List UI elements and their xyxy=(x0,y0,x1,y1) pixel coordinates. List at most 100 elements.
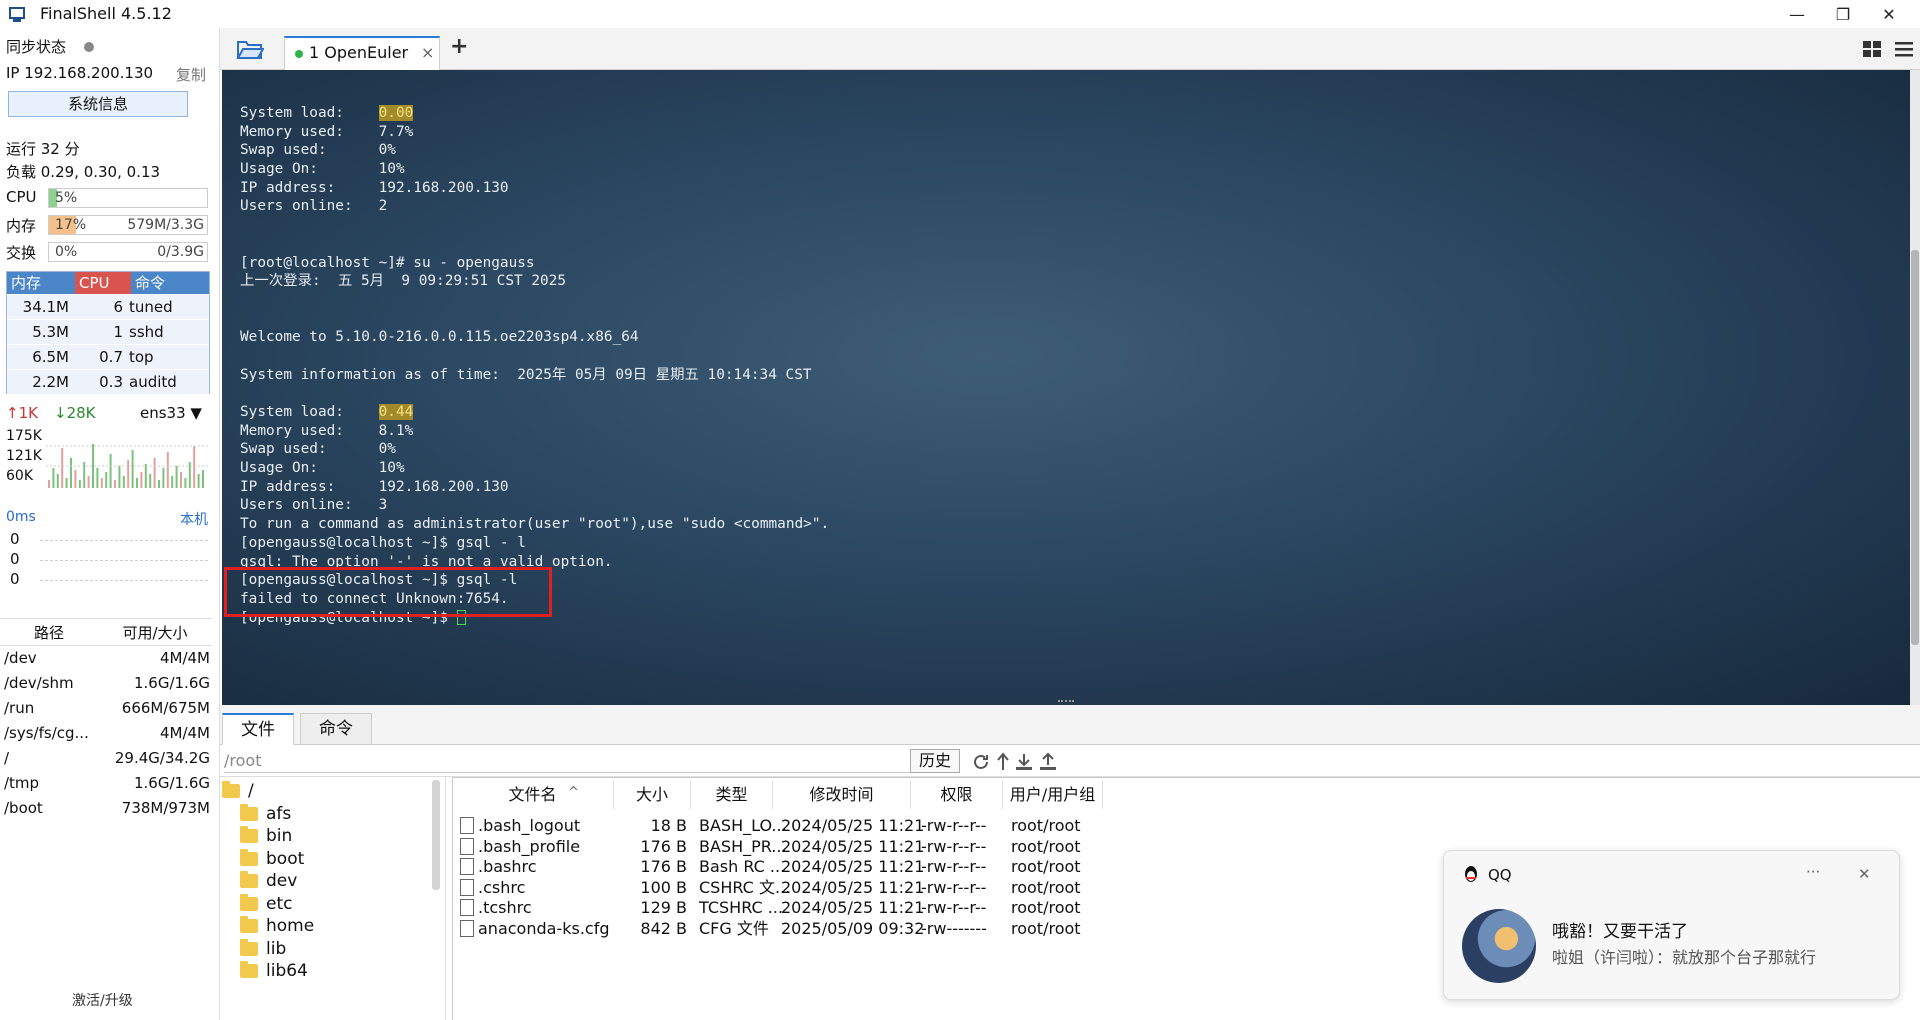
process-row[interactable]: 34.1M 6 tuned xyxy=(7,294,209,319)
traffic-spike xyxy=(144,464,147,488)
traffic-spike xyxy=(140,472,143,488)
minimize-button[interactable]: — xyxy=(1774,0,1820,28)
connected-status-icon xyxy=(295,50,303,58)
path-input[interactable]: /root xyxy=(224,749,924,773)
tree-folder[interactable]: boot xyxy=(240,848,304,869)
qq-close-icon[interactable]: ✕ xyxy=(1858,865,1871,883)
upload-icon[interactable] xyxy=(1038,752,1058,772)
proc-header-mem[interactable]: 内存 xyxy=(7,272,75,294)
terminal-line: Memory used: 7.7% xyxy=(240,123,414,140)
system-info-button[interactable]: 系统信息 xyxy=(8,91,188,117)
sync-status-dot-icon xyxy=(84,42,94,52)
terminal-load-value: 0.44 xyxy=(378,404,414,420)
fs-row[interactable]: /dev 4M/4M xyxy=(0,646,212,671)
fs-row[interactable]: /sys/fs/cg... 4M/4M xyxy=(0,721,212,746)
fs-row[interactable]: /dev/shm 1.6G/1.6G xyxy=(0,671,212,696)
layout-grid-icon[interactable] xyxy=(1862,40,1882,58)
tab-openeuler[interactable]: 1 OpenEuler × xyxy=(284,36,440,70)
file-header-name[interactable]: 文件名 xyxy=(452,781,614,809)
file-owner: root/root xyxy=(1011,918,1081,938)
traffic-spike xyxy=(118,466,121,488)
load-label: 负载 0.29, 0.30, 0.13 xyxy=(6,163,161,181)
terminal-line: To run a command as administrator(user "… xyxy=(240,516,830,533)
fs-path: /dev xyxy=(4,649,37,667)
proc-mem: 6.5M xyxy=(32,348,69,366)
highlight-annotation-box xyxy=(224,567,552,617)
qq-notification[interactable]: QQ ··· ✕ 哦豁！又要干活了 啦姐（许闫啦）：就放那个台子那就行 xyxy=(1443,850,1900,1000)
directory-tree: / afs bin boot dev etc home lib lib64 xyxy=(220,777,445,1020)
fs-row[interactable]: /tmp 1.6G/1.6G xyxy=(0,771,212,796)
file-name: anaconda-ks.cfg xyxy=(478,918,610,938)
path-history-button[interactable]: 历史 xyxy=(910,749,961,773)
file-icon xyxy=(460,858,474,875)
terminal-line-text: System load: xyxy=(240,105,379,121)
tree-folder[interactable]: etc xyxy=(240,893,292,914)
qq-more-icon[interactable]: ··· xyxy=(1806,863,1820,881)
file-header-type[interactable]: 类型 xyxy=(691,781,773,809)
up-directory-icon[interactable] xyxy=(996,752,1010,772)
ping-host-select[interactable]: 本机 xyxy=(180,509,208,529)
file-row[interactable]: anaconda-ks.cfg 842 B CFG 文件 2025/05/09 09:… xyxy=(452,916,1252,941)
path-bar: /root 历史 xyxy=(220,745,1920,777)
traffic-spike xyxy=(131,450,134,488)
net-interface-select[interactable]: ens33 ▼ xyxy=(140,404,202,422)
net-tick-0: 175K xyxy=(6,428,42,444)
proc-header-cmd[interactable]: 命令 xyxy=(131,272,209,294)
network-traffic-graph xyxy=(46,444,210,488)
fs-row[interactable]: /boot 738M/973M xyxy=(0,796,212,821)
refresh-icon[interactable] xyxy=(972,753,990,771)
cpu-usage-value: 5% xyxy=(55,190,78,206)
process-row[interactable]: 2.2M 0.3 auditd xyxy=(7,369,209,394)
traffic-spike xyxy=(48,480,50,488)
tree-folder[interactable]: bin xyxy=(240,826,292,846)
close-window-button[interactable]: ✕ xyxy=(1866,0,1912,28)
proc-header-cpu[interactable]: CPU xyxy=(75,272,131,294)
fs-row[interactable]: / 29.4G/34.2G xyxy=(0,746,212,771)
process-row[interactable]: 6.5M 0.7 top xyxy=(7,344,209,369)
tree-folder[interactable]: lib xyxy=(240,938,286,959)
file-header-perm[interactable]: 权限 xyxy=(911,781,1003,809)
download-icon[interactable] xyxy=(1014,752,1034,772)
add-tab-button[interactable]: + xyxy=(450,34,468,59)
swap-usage-detail: 0/3.9G xyxy=(157,244,204,260)
traffic-spike xyxy=(184,478,187,488)
tree-splitter[interactable] xyxy=(445,777,452,1020)
tree-folder[interactable]: afs xyxy=(240,803,291,824)
proc-cmd: tuned xyxy=(129,298,173,316)
cpu-label: CPU xyxy=(6,188,37,206)
fs-header-size[interactable]: 可用/大小 xyxy=(98,619,212,645)
terminal-line: IP address: 192.168.200.130 xyxy=(240,179,509,196)
qq-penguin-icon xyxy=(1465,866,1477,882)
restore-button[interactable]: ❐ xyxy=(1820,0,1866,28)
splitter-handle[interactable] xyxy=(1058,700,1074,704)
folder-open-icon[interactable] xyxy=(236,38,264,60)
tree-folder[interactable]: dev xyxy=(240,871,297,891)
terminal-line: Welcome to 5.10.0-216.0.0.115.oe2203sp4.… xyxy=(240,329,639,346)
terminal-scrollbar[interactable] xyxy=(1910,70,1920,705)
fs-size: 1.6G/1.6G xyxy=(133,674,210,692)
file-header-owner[interactable]: 用户/用户组 xyxy=(1003,781,1103,809)
menu-icon[interactable] xyxy=(1894,40,1914,58)
file-icon xyxy=(460,837,474,855)
upload-arrow-icon: ↑ xyxy=(6,404,19,422)
file-header-size[interactable]: 大小 xyxy=(614,781,691,809)
tab-commands[interactable]: 命令 xyxy=(300,713,372,745)
traffic-spike xyxy=(56,474,59,488)
tree-folder[interactable]: lib64 xyxy=(240,961,308,981)
file-header-mtime[interactable]: 修改时间 xyxy=(773,781,911,809)
scrollbar-thumb[interactable] xyxy=(1911,250,1919,645)
activate-upgrade-link[interactable]: 激活/升级 xyxy=(72,990,133,1010)
tab-close-icon[interactable]: × xyxy=(421,43,434,62)
copy-ip-button[interactable]: 复制 xyxy=(176,64,206,85)
fs-row[interactable]: /run 666M/675M xyxy=(0,696,212,721)
tree-folder[interactable]: home xyxy=(240,916,314,936)
tree-scrollbar-thumb[interactable] xyxy=(432,780,440,890)
finalshell-app-icon xyxy=(9,7,25,22)
process-row[interactable]: 5.3M 1 sshd xyxy=(7,319,209,344)
tab-files[interactable]: 文件 xyxy=(222,713,294,745)
fs-header-path[interactable]: 路径 xyxy=(0,619,98,645)
tree-root[interactable]: / xyxy=(222,781,254,801)
traffic-spike xyxy=(74,470,77,488)
net-tick-2: 60K xyxy=(6,468,33,484)
